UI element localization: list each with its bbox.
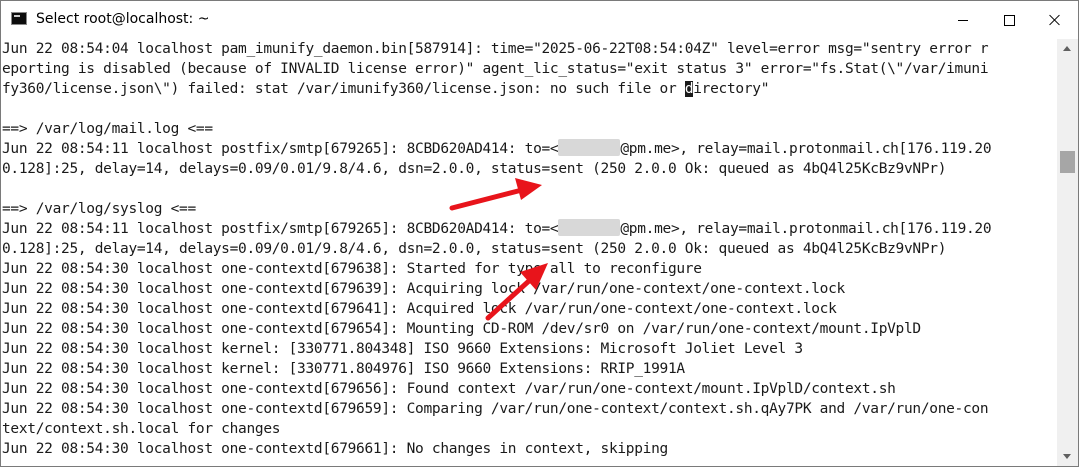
terminal-line: Jun 22 08:54:30 localhost one-contextd[6…: [2, 321, 921, 337]
terminal-line: Jun 22 08:54:30 localhost one-contextd[6…: [2, 261, 702, 277]
close-button[interactable]: [1032, 1, 1078, 39]
terminal-line: Jun 22 08:54:30 localhost one-contextd[6…: [2, 281, 845, 297]
terminal-line: Jun 22 08:54:30 localhost kernel: [33077…: [2, 361, 685, 377]
terminal-line: Jun 22 08:54:11 localhost postfix/smtp[6…: [2, 139, 992, 157]
title-bar[interactable]: Select root@localhost: ~: [1, 1, 1078, 39]
terminal-line: Jun 22 08:54:30 localhost one-contextd[6…: [2, 401, 989, 417]
terminal-line: Jun 22 08:54:30 localhost one-contextd[6…: [2, 441, 668, 457]
terminal-line: Jun 22 08:54:30 localhost kernel: [33077…: [2, 341, 803, 357]
terminal-line: Jun 22 08:54:30 localhost one-contextd[6…: [2, 301, 837, 317]
terminal-window: Select root@localhost: ~ Jun 22 08:54:04…: [0, 0, 1079, 467]
terminal-line: 0.128]:25, delay=14, delays=0.09/0.01/9.…: [2, 161, 947, 177]
maximize-button[interactable]: [986, 1, 1032, 39]
minimize-button[interactable]: [940, 1, 986, 39]
text-cursor: d: [684, 81, 694, 97]
maximize-icon: [1003, 14, 1015, 26]
redacted-email: [558, 139, 621, 156]
scrollbar-thumb[interactable]: [1060, 151, 1075, 173]
close-icon: [1049, 14, 1061, 26]
terminal-line: fy360/license.json\") failed: stat /var/…: [2, 81, 770, 97]
minimize-icon: [958, 19, 968, 21]
terminal-output[interactable]: Jun 22 08:54:04 localhost pam_imunify_da…: [1, 39, 1057, 466]
terminal-line: 0.128]:25, delay=14, delays=0.09/0.01/9.…: [2, 241, 947, 257]
terminal-line: ==> /var/log/syslog <==: [2, 201, 196, 217]
window-title: Select root@localhost: ~: [36, 11, 210, 27]
terminal-line: text/context.sh.local for changes: [2, 421, 281, 437]
terminal-line: Jun 22 08:54:30 localhost one-contextd[6…: [2, 381, 896, 397]
terminal-line: ==> /var/log/mail.log <==: [2, 121, 213, 137]
redacted-email: [558, 219, 621, 236]
vertical-scrollbar[interactable]: [1057, 39, 1078, 466]
terminal-line: Jun 22 08:54:04 localhost pam_imunify_da…: [2, 41, 989, 57]
scroll-up-arrow-icon[interactable]: [1063, 46, 1071, 51]
scroll-down-arrow-icon[interactable]: [1063, 454, 1071, 459]
terminal-icon[interactable]: [11, 12, 27, 25]
terminal-line: Jun 22 08:54:11 localhost postfix/smtp[6…: [2, 219, 992, 237]
terminal-line: eporting is disabled (because of INVALID…: [2, 61, 989, 77]
